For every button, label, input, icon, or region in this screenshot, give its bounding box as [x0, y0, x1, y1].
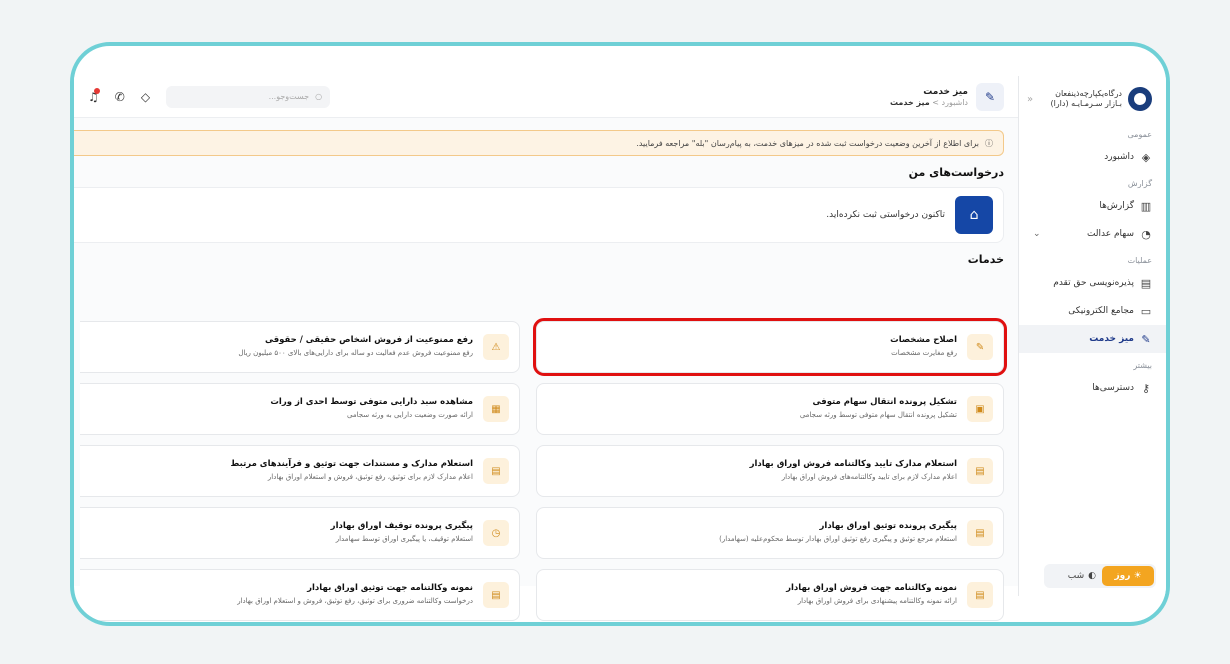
requests-heading: درخواست‌های من: [908, 166, 1004, 179]
search-icon: ○: [315, 92, 323, 101]
sidebar-item-assemblies[interactable]: ▭ مجامع الکترونیکی: [1019, 297, 1166, 325]
pen-icon: ✎: [1141, 332, 1151, 346]
info-icon: ⓘ: [985, 138, 993, 148]
brand: درگاه‌یکپارچه‌ذینفعان بـازار سـرمـایـه (…: [1019, 76, 1166, 122]
topbar-actions: ○ جست‌وجو... ◇ ✆ ♫: [88, 85, 331, 108]
main-content: ✎ میز خدمت داشبورد > میز خدمت ○ جست‌وجو.…: [74, 76, 1018, 621]
service-card[interactable]: ▤ استعلام مدارک تایید وکالتنامه فروش اور…: [536, 445, 1004, 497]
section-label-ops: عملیات: [1127, 256, 1152, 265]
section-label-more: بیشتر: [1133, 361, 1152, 370]
service-card[interactable]: ▤ استعلام مدارک و مستندات جهت توثیق و فر…: [80, 445, 520, 497]
service-card[interactable]: ◷ پیگیری پرونده توقیف اوراق بهادار استعلا…: [80, 507, 520, 559]
document-lock-icon: ▤: [483, 582, 509, 608]
theme-night-button[interactable]: ◐ شب: [1068, 571, 1096, 581]
diamond-icon[interactable]: ◇: [141, 90, 150, 104]
device-frame: درگاه‌یکپارچه‌ذینفعان بـازار سـرمـایـه (…: [70, 42, 1170, 626]
inbox-icon: ⌂: [955, 196, 993, 234]
form-icon: ▤: [1140, 276, 1152, 290]
search-input[interactable]: ○ جست‌وجو...: [166, 85, 331, 108]
chart-icon: ▥: [1140, 199, 1152, 213]
app: درگاه‌یکپارچه‌ذینفعان بـازار سـرمـایـه (…: [74, 46, 1166, 622]
service-card[interactable]: ▤ پیگیری پرونده توثیق اوراق بهادار استعلا…: [536, 507, 1004, 559]
document-pin-icon: ▤: [967, 520, 993, 546]
sidebar-item-preemption[interactable]: ▤ پذیره‌نویسی حق تقدم: [1019, 269, 1166, 297]
breadcrumb: داشبورد > میز خدمت: [889, 98, 968, 107]
service-card[interactable]: ▣ تشکیل پرونده انتقال سهام متوفی تشکیل پر…: [536, 383, 1004, 435]
bell-icon[interactable]: ♫: [88, 87, 100, 104]
document-icon: ▤: [967, 582, 993, 608]
warning-icon: ⚠: [483, 334, 509, 360]
section-label-general: عمومی: [1127, 130, 1152, 139]
key-icon: ⚷: [1141, 381, 1151, 395]
section-label-report: گزارش: [1127, 179, 1152, 188]
breadcrumb-home[interactable]: داشبورد: [942, 98, 968, 107]
sidebar: درگاه‌یکپارچه‌ذینفعان بـازار سـرمـایـه (…: [1018, 76, 1166, 596]
screen-icon: ▭: [1140, 304, 1152, 318]
sidebar-item-access[interactable]: ⚷ دسترسی‌ها: [1019, 374, 1166, 402]
moon-icon: ◐: [1088, 571, 1096, 581]
sidebar-item-service-desk[interactable]: ✎ میز خدمت: [1019, 325, 1166, 353]
theme-day-button[interactable]: ☀ روز: [1102, 566, 1154, 586]
theme-toggle: ☀ روز ◐ شب: [1044, 564, 1156, 588]
clock-icon: ◷: [483, 520, 509, 546]
service-card[interactable]: ▤ نمونه وکالتنامه جهت توثیق اوراق بهادار…: [80, 569, 520, 621]
breadcrumb-current: میز خدمت: [889, 98, 930, 107]
service-card[interactable]: ⚠ رفع ممنوعیت از فروش اشخاص حقیقی / حقوق…: [80, 321, 520, 373]
sidebar-item-dashboard[interactable]: ◈ داشبورد: [1019, 143, 1166, 171]
user-edit-icon: ✎: [967, 334, 993, 360]
brand-logo: [1128, 87, 1152, 111]
service-card[interactable]: ▤ نمونه وکالتنامه جهت فروش اوراق بهادار ا…: [536, 569, 1004, 621]
collapse-sidebar-icon[interactable]: «: [1027, 94, 1033, 105]
service-card[interactable]: ▦ مشاهده سبد دارایی متوفی توسط احدی از و…: [80, 383, 520, 435]
brand-name: درگاه‌یکپارچه‌ذینفعان بـازار سـرمـایـه (…: [1050, 89, 1122, 108]
topbar: ✎ میز خدمت داشبورد > میز خدمت ○ جست‌وجو.…: [74, 76, 1018, 118]
document-lock-icon: ▤: [967, 458, 993, 484]
info-banner: ⓘ برای اطلاع از آخرین وضعیت درخواست ثبت …: [74, 130, 1004, 156]
sidebar-item-edalat[interactable]: ◔ سهام عدالت ⌄: [1019, 220, 1166, 248]
sidebar-item-reports[interactable]: ▥ گزارش‌ها: [1019, 192, 1166, 220]
requests-empty-card: ⌂ تاکنون درخواستی ثبت نکرده‌اید.: [74, 187, 1004, 243]
page-title: میز خدمت: [923, 87, 968, 97]
phone-icon[interactable]: ✆: [115, 90, 125, 104]
page-heading: میز خدمت داشبورد > میز خدمت: [890, 86, 968, 107]
folder-icon: ▣: [967, 396, 993, 422]
document-search-icon: ▤: [483, 458, 509, 484]
service-desk-icon: ✎: [976, 82, 1004, 111]
chevron-down-icon[interactable]: ⌄: [1033, 229, 1041, 239]
notification-dot: [94, 87, 100, 94]
layers-icon: ◈: [1141, 150, 1151, 164]
sun-icon: ☀: [1133, 571, 1142, 581]
portfolio-icon: ▦: [483, 396, 509, 422]
services-heading: خدمات: [967, 253, 1004, 266]
service-card[interactable]: ✎ اصلاح مشخصات رفع مغایرت مشخصات: [533, 318, 1007, 376]
pie-chart-icon: ◔: [1141, 227, 1151, 241]
